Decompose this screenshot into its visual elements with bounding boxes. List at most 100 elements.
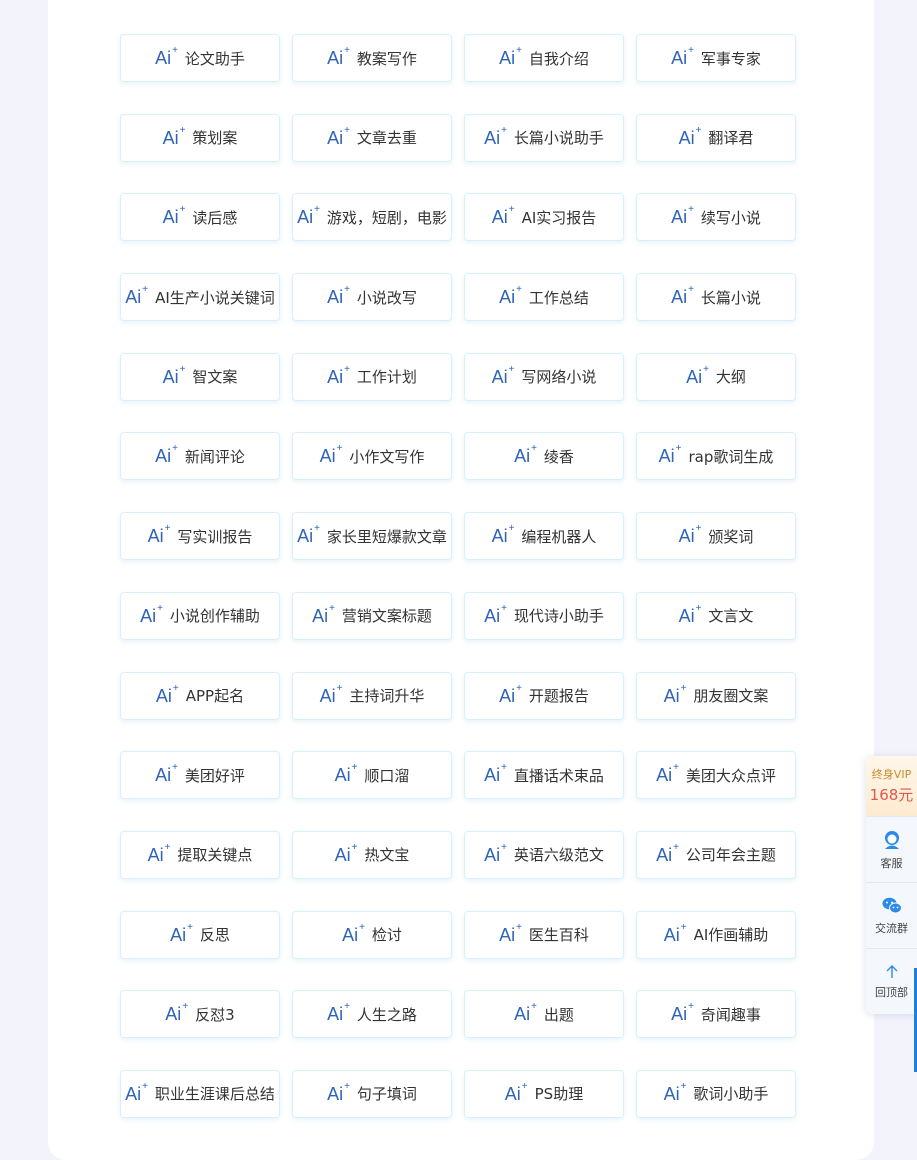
tool-card[interactable]: Ai + 反怼3 [120, 990, 280, 1039]
ai-sparkle-icon: Ai + [162, 363, 186, 387]
ai-sparkle-icon: Ai + [327, 1001, 350, 1025]
tool-card-label: 颁奖词 [708, 527, 754, 546]
group-chat-button[interactable]: 交流群 [866, 882, 917, 948]
tool-card-label: 公司年会主题 [685, 846, 776, 865]
tool-card[interactable]: Ai + APP起名 [120, 671, 280, 720]
ai-sparkle-icon: Ai + [140, 602, 163, 626]
tool-card[interactable]: Ai + 颁奖词 [636, 512, 796, 561]
back-to-top-button[interactable]: 回顶部 [866, 948, 917, 1014]
tool-card[interactable]: Ai + 绫香 [464, 432, 624, 481]
ai-sparkle-icon: Ai + [484, 124, 507, 148]
tool-card[interactable]: Ai + 现代诗小助手 [464, 591, 624, 640]
tool-card[interactable]: Ai + 工作计划 [292, 352, 452, 401]
tool-card[interactable]: Ai + AI实习报告 [464, 193, 624, 242]
tool-card[interactable]: Ai + 写实训报告 [120, 512, 280, 561]
tool-card[interactable]: Ai + 主持词升华 [292, 671, 452, 720]
tool-card[interactable]: Ai + 句子填词 [292, 1069, 452, 1118]
tool-card-label: 新闻评论 [184, 447, 245, 466]
tool-card-label: 朋友圈文案 [693, 687, 769, 705]
tool-card[interactable]: Ai + 小说创作辅助 [120, 591, 280, 640]
tool-card[interactable]: Ai + 读后感 [120, 193, 280, 242]
tool-card[interactable]: Ai + 热文宝 [292, 830, 452, 879]
tool-card[interactable]: Ai + 续写小说 [636, 193, 796, 242]
tool-card[interactable]: Ai + 策划案 [120, 113, 280, 162]
tool-card[interactable]: Ai + 智文案 [120, 352, 280, 401]
tool-card[interactable]: Ai + 文章去重 [292, 113, 452, 162]
ai-sparkle-icon: Ai + [504, 1080, 528, 1104]
tool-card[interactable]: Ai + 人生之路 [292, 990, 452, 1039]
tool-card[interactable]: Ai + 顺口溜 [292, 751, 452, 800]
tool-card[interactable]: Ai + 提取关键点 [120, 830, 280, 879]
tool-card[interactable]: Ai + 职业生涯课后总结 [120, 1069, 280, 1118]
tool-card-label: 营销文案标题 [341, 607, 432, 626]
tool-card[interactable]: Ai + 开题报告 [464, 671, 624, 720]
tool-card[interactable]: Ai + 翻译君 [636, 113, 796, 162]
tool-card[interactable]: Ai + 长篇小说助手 [464, 113, 624, 162]
tool-card[interactable]: Ai + 直播话术束品 [464, 751, 624, 800]
tool-card[interactable]: Ai + AI生产小说关键词 [120, 273, 280, 322]
tool-card[interactable]: Ai + 公司年会主题 [636, 830, 796, 879]
tool-card[interactable]: Ai + 论文助手 [120, 34, 280, 82]
tool-card[interactable]: Ai + 游戏，短剧，电影 [292, 193, 452, 242]
tool-card-label: 直播话术束品 [513, 766, 604, 785]
customer-service-label: 客服 [880, 856, 903, 870]
tool-card[interactable]: Ai + 文言文 [636, 591, 796, 640]
tool-card-label: 英语六级范文 [513, 846, 604, 865]
tool-card[interactable]: Ai + 奇闻趣事 [636, 990, 796, 1039]
tool-card[interactable]: Ai + 小作文写作 [292, 432, 452, 481]
tool-card-label: 军事专家 [700, 49, 761, 68]
tool-card-label: 奇闻趣事 [700, 1005, 761, 1024]
ai-sparkle-icon: Ai + [663, 921, 687, 945]
tool-card[interactable]: Ai + 小说改写 [292, 273, 452, 322]
tool-card-label: 长篇小说 [700, 288, 761, 307]
vip-promo[interactable]: 终身VIP 168元 [866, 756, 917, 816]
tool-card[interactable]: Ai + 写网络小说 [464, 352, 624, 401]
tool-card[interactable]: Ai + 医生百科 [464, 910, 624, 959]
tool-card[interactable]: Ai + PS助理 [464, 1069, 624, 1118]
tool-card-label: APP起名 [185, 687, 245, 705]
tool-card[interactable]: Ai + 军事专家 [636, 34, 796, 82]
tool-card-label: 写实训报告 [177, 527, 253, 546]
ai-sparkle-icon: Ai + [514, 1001, 537, 1025]
group-chat-label: 交流群 [875, 921, 908, 935]
ai-sparkle-icon: Ai + [671, 1001, 694, 1025]
tool-card-label: 歌词小助手 [693, 1085, 769, 1104]
ai-sparkle-icon: Ai + [327, 1080, 350, 1104]
tool-card[interactable]: Ai + 长篇小说 [636, 273, 796, 322]
tool-card-label: 小说创作辅助 [169, 607, 260, 626]
tool-card[interactable]: Ai + 朋友圈文案 [636, 671, 796, 720]
tool-card-label: 小作文写作 [349, 447, 425, 466]
ai-sparkle-icon: Ai + [297, 523, 320, 547]
tool-card-label: AI实习报告 [521, 208, 597, 227]
tool-card[interactable]: Ai + 新闻评论 [120, 432, 280, 481]
tool-card[interactable]: Ai + 营销文案标题 [292, 591, 452, 640]
tool-card-label: 论文助手 [184, 49, 245, 68]
tool-card[interactable]: Ai + 编程机器人 [464, 512, 624, 561]
tool-card[interactable]: Ai + 歌词小助手 [636, 1069, 796, 1118]
tool-card[interactable]: Ai + rap歌词生成 [636, 432, 796, 481]
tool-card[interactable]: Ai + 出题 [464, 990, 624, 1039]
tool-card[interactable]: Ai + 美团好评 [120, 751, 280, 800]
tool-card[interactable]: Ai + 教案写作 [292, 34, 452, 82]
tool-card[interactable]: Ai + 家长里短爆款文章 [292, 512, 452, 561]
ai-sparkle-icon: Ai + [155, 443, 178, 467]
ai-sparkle-icon: Ai + [319, 443, 343, 467]
tool-card[interactable]: Ai + AI作画辅助 [636, 910, 796, 959]
tool-card-label: 文言文 [708, 607, 754, 626]
tool-card[interactable]: Ai + 大纲 [636, 352, 796, 401]
ai-sparkle-icon: Ai + [484, 841, 507, 865]
ai-sparkle-icon: Ai + [663, 682, 687, 706]
tool-card[interactable]: Ai + 自我介绍 [464, 34, 624, 82]
tool-card[interactable]: Ai + 工作总结 [464, 273, 624, 322]
customer-service-button[interactable]: 客服 [866, 816, 917, 882]
tool-card-label: 游戏，短剧，电影 [326, 208, 447, 227]
tool-card[interactable]: Ai + 美团大众点评 [636, 751, 796, 800]
tool-card[interactable]: Ai + 检讨 [292, 910, 452, 959]
tool-card-label: 自我介绍 [528, 49, 589, 68]
tool-card-label: 策划案 [192, 129, 238, 148]
tool-card[interactable]: Ai + 反思 [120, 910, 280, 959]
tool-card[interactable]: Ai + 英语六级范文 [464, 830, 624, 879]
ai-sparkle-icon: Ai + [327, 45, 350, 68]
ai-sparkle-icon: Ai + [327, 124, 350, 148]
ai-sparkle-icon: Ai + [162, 204, 186, 228]
